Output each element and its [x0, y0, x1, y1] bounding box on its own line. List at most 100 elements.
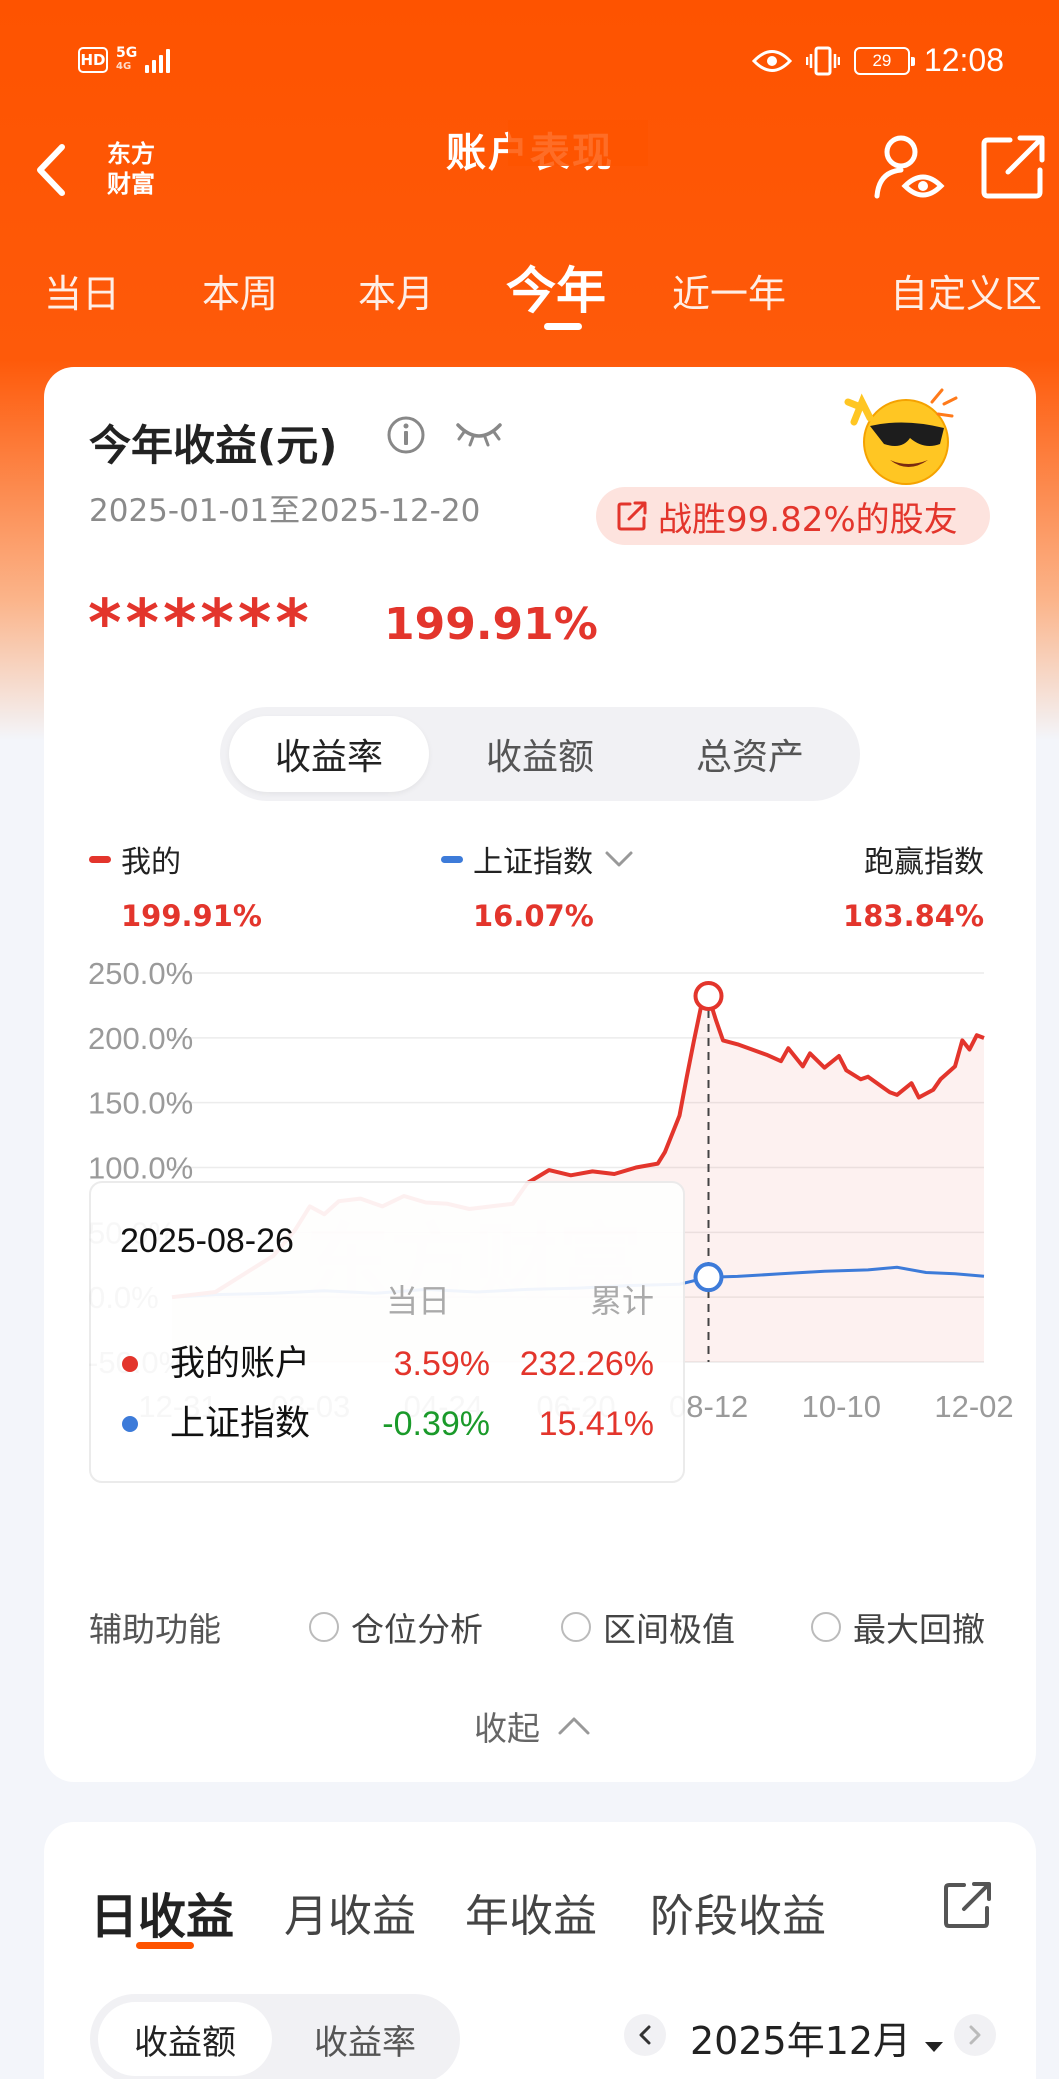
- tooltip-series-name: 上证指数: [170, 1404, 310, 1444]
- tab-custom[interactable]: 自定义区: [890, 263, 1042, 318]
- chevron-left-icon: [639, 2025, 651, 2045]
- legend-outperform-label: 跑赢指数: [864, 845, 984, 880]
- status-bar: HD 5G 4G 29 12:08: [0, 0, 1059, 120]
- tab-week[interactable]: 本周: [202, 263, 278, 318]
- sub-tab-rate[interactable]: 收益率: [278, 2002, 452, 2076]
- prev-month-button[interactable]: [624, 2014, 666, 2056]
- x-tick-label: 12-02: [934, 1389, 1013, 1424]
- index-highlight-point: [693, 1262, 724, 1293]
- logo-line2: 财富: [107, 170, 155, 198]
- legend-index-value: 16.07%: [473, 899, 594, 933]
- nav-bar: 东方 财富 账户表现: [0, 110, 1059, 230]
- eye-comfort-icon: [751, 49, 792, 72]
- radio-icon: [309, 1612, 339, 1642]
- caret-down-icon: [925, 2042, 944, 2052]
- tab-monthly-earnings[interactable]: 月收益: [284, 1880, 416, 1944]
- network-gen: 5G: [116, 45, 138, 61]
- aux-label: 辅助功能: [89, 1610, 221, 1649]
- title-mask: [508, 120, 648, 166]
- tab-yearly-earnings[interactable]: 年收益: [465, 1880, 597, 1944]
- legend-outperform-value: 183.84%: [843, 899, 984, 933]
- legend-outperform: 跑赢指数 183.84%: [843, 837, 984, 933]
- tab-period-earnings[interactable]: 阶段收益: [650, 1880, 826, 1944]
- legend-mine: 我的 199.91%: [89, 837, 262, 933]
- tooltip-day-value: 3.59%: [394, 1345, 490, 1383]
- tooltip-series-name: 我的账户: [170, 1344, 310, 1384]
- beat-badge[interactable]: 战胜99.82%的股友: [596, 487, 990, 545]
- tooltip-cum-value: 232.26%: [520, 1345, 654, 1383]
- aux-functions: 辅助功能 仓位分析 区间极值 最大回撤: [89, 1603, 1009, 1653]
- user-view-icon[interactable]: [873, 132, 945, 204]
- metric-tab-amount[interactable]: 收益额: [440, 716, 640, 792]
- legend-index[interactable]: 上证指数 16.07%: [441, 837, 635, 933]
- tab-last-year[interactable]: 近一年: [672, 263, 786, 318]
- signal-icon: [145, 47, 171, 73]
- earnings-sub-segment: 收益额 收益率: [90, 1994, 460, 2079]
- hidden-amount: ******: [88, 587, 313, 661]
- legend-index-swatch: [441, 855, 463, 863]
- chevron-up-icon: [558, 1717, 590, 1735]
- card-title: 今年收益(元): [89, 421, 338, 470]
- tooltip-dot: [122, 1356, 138, 1372]
- summary-card: 今年收益(元) 2025-01-01至2025-12-20 战胜99.82%的股…: [44, 367, 1036, 1782]
- beat-text: 战胜99.82%的股友: [658, 499, 958, 540]
- tab-month[interactable]: 本月: [358, 263, 434, 318]
- brand-logo: 东方 财富: [96, 134, 166, 204]
- tooltip-day-value: -0.39%: [382, 1405, 490, 1443]
- y-tick-label: 250.0%: [88, 956, 193, 991]
- aux-option-label: 仓位分析: [351, 1610, 483, 1649]
- tab-today[interactable]: 当日: [44, 263, 120, 318]
- legend-mine-value: 199.91%: [121, 899, 262, 933]
- aux-range-extremes[interactable]: 区间极值: [561, 1603, 735, 1651]
- x-tick-label: 10-10: [802, 1389, 881, 1424]
- eye-closed-icon[interactable]: [454, 417, 504, 449]
- tab-daily-earnings[interactable]: 日收益: [90, 1877, 234, 1947]
- aux-position-analysis[interactable]: 仓位分析: [309, 1603, 483, 1651]
- metric-tab-assets[interactable]: 总资产: [650, 716, 850, 792]
- export-icon[interactable]: [942, 1880, 992, 1930]
- month-selector[interactable]: 2025年12月: [690, 2010, 945, 2065]
- share-small-icon: [617, 501, 647, 531]
- collapse-label: 收起: [474, 1709, 540, 1748]
- month-label: 2025年12月: [690, 2019, 912, 2063]
- legend-mine-label: 我的: [121, 845, 181, 880]
- radio-icon: [811, 1612, 841, 1642]
- battery-icon: 29: [853, 46, 915, 75]
- network-type: 5G 4G: [116, 46, 137, 74]
- network-indicators: HD 5G 4G: [78, 46, 171, 74]
- return-percentage: 199.91%: [384, 599, 598, 650]
- earnings-tab-underline: [136, 1942, 194, 1949]
- tooltip-col-day: 当日: [386, 1282, 450, 1320]
- metric-tab-rate[interactable]: 收益率: [229, 716, 429, 792]
- sub-tab-amount[interactable]: 收益额: [98, 2002, 272, 2076]
- tab-year[interactable]: 今年: [506, 251, 606, 323]
- chart-tooltip: 2025-08-26 当日 累计我的账户 3.59% 232.26% 上证指数 -0.39%…: [89, 1181, 685, 1483]
- share-icon[interactable]: [980, 134, 1046, 200]
- tooltip-cum-value: 15.41%: [539, 1405, 654, 1443]
- return-chart[interactable]: 250.0%200.0%150.0%100.0%50.0%0.0%-50.0%东…: [44, 947, 1036, 1507]
- chevron-down-icon[interactable]: [603, 849, 635, 869]
- vibrate-icon: [805, 46, 840, 75]
- y-tick-label: 150.0%: [88, 1086, 193, 1121]
- aux-max-drawdown[interactable]: 最大回撤: [811, 1603, 985, 1651]
- month-navigator: 2025年12月: [584, 2010, 1004, 2070]
- y-tick-label: 200.0%: [88, 1021, 193, 1056]
- collapse-button[interactable]: 收起: [474, 1702, 592, 1750]
- tooltip-col-cum: 累计: [590, 1282, 654, 1320]
- tooltip-dot: [122, 1416, 138, 1432]
- network-sub: 4G: [116, 61, 132, 72]
- status-icons: 29 12:08: [751, 42, 1004, 79]
- tooltip-date: 2025-08-26: [120, 1222, 294, 1260]
- logo-line1: 东方: [107, 140, 155, 168]
- my-highlight-point: [693, 981, 724, 1012]
- aux-option-label: 区间极值: [603, 1610, 735, 1649]
- radio-icon: [561, 1612, 591, 1642]
- next-month-button[interactable]: [954, 2014, 996, 2056]
- tab-underline: [544, 323, 582, 330]
- back-button[interactable]: [34, 140, 74, 200]
- earnings-card: 日收益 月收益 年收益 阶段收益 收益额 收益率 2025年12月: [44, 1822, 1036, 2079]
- legend-index-label: 上证指数: [473, 845, 593, 880]
- chevron-left-icon: [37, 144, 65, 196]
- y-tick-label: 100.0%: [88, 1151, 193, 1186]
- info-icon[interactable]: [386, 415, 426, 455]
